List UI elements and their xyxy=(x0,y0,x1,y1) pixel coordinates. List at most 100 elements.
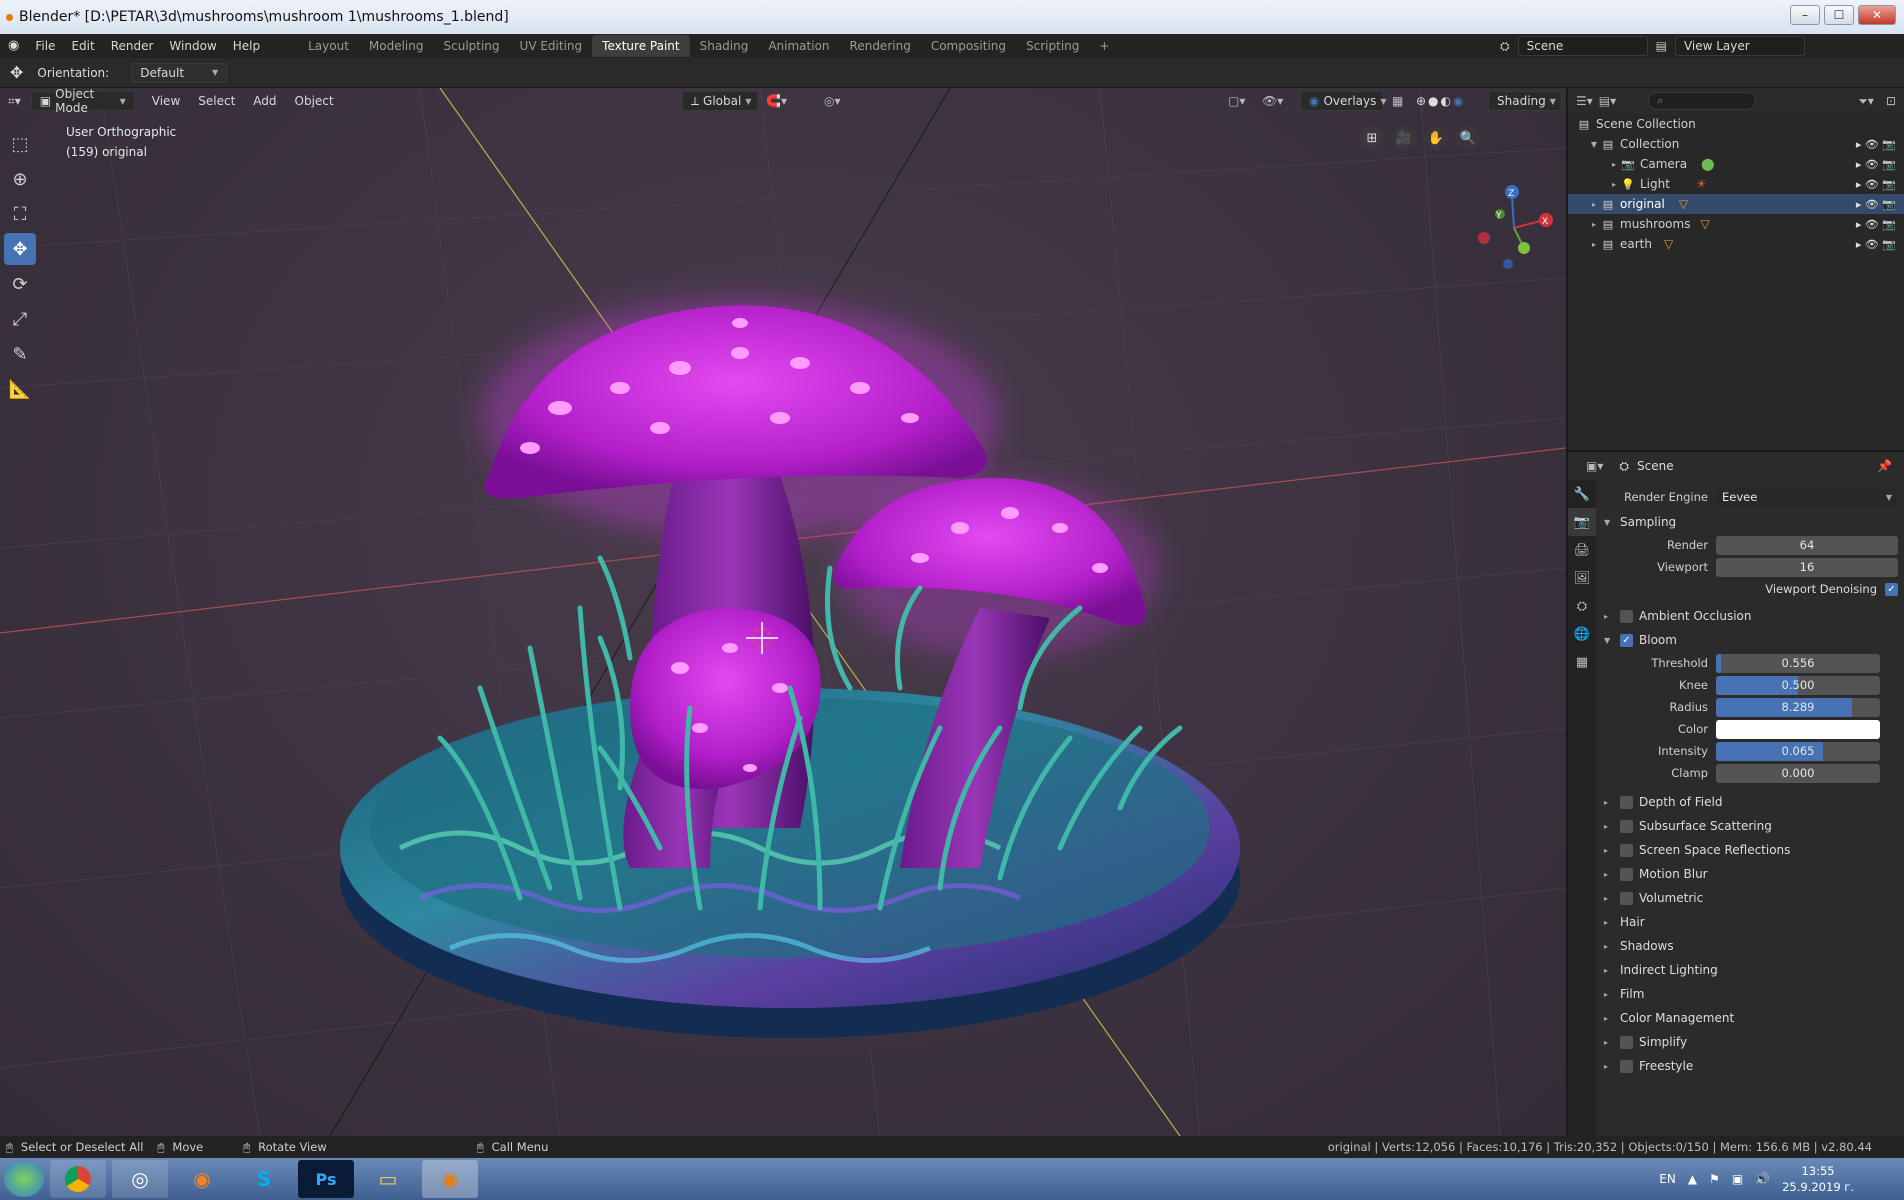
ambient-occlusion-panel[interactable]: ▸ Ambient Occlusion xyxy=(1604,604,1898,628)
bloom-intensity-slider[interactable]: 0.065 xyxy=(1716,741,1880,761)
expand-icon[interactable]: ▸ xyxy=(1588,220,1600,229)
view-layer-field[interactable]: View Layer xyxy=(1674,36,1805,56)
bloom-knee-slider[interactable]: 0.500 xyxy=(1716,675,1880,695)
viewport-samples-field[interactable]: 16 xyxy=(1716,557,1898,577)
display-mode-icon[interactable]: ▤▾ xyxy=(1599,94,1616,108)
viewport-denoising-checkbox[interactable]: ✓ xyxy=(1885,582,1898,596)
shadows-panel[interactable]: ▸ Shadows xyxy=(1604,934,1898,958)
menu-render[interactable]: Render xyxy=(103,34,162,58)
render-tab-icon[interactable]: 📷 xyxy=(1568,508,1596,536)
select-box-tool-icon[interactable]: ⬚ xyxy=(4,128,36,160)
tab-animation[interactable]: Animation xyxy=(758,35,839,57)
row-toggles[interactable]: ▸ 👁 📷 xyxy=(1856,238,1896,251)
color-management-panel[interactable]: ▸ Color Management xyxy=(1604,1006,1898,1030)
tab-compositing[interactable]: Compositing xyxy=(921,35,1016,57)
pin-icon[interactable]: 📌 xyxy=(1877,459,1892,473)
menu-select[interactable]: Select xyxy=(189,94,244,108)
snap-icon[interactable]: 🧲▾ xyxy=(766,94,787,108)
shading-dropdown[interactable]: Shading ▼ xyxy=(1488,91,1562,111)
expand-icon[interactable]: ▼ xyxy=(1588,140,1600,149)
render-engine-dropdown[interactable]: Eevee ▼ xyxy=(1716,487,1898,507)
menu-view[interactable]: View xyxy=(143,94,189,108)
expand-icon[interactable]: ▸ xyxy=(1588,200,1600,209)
expand-icon[interactable]: ▸ xyxy=(1608,160,1620,169)
menu-edit[interactable]: Edit xyxy=(63,34,102,58)
start-button-icon[interactable] xyxy=(4,1161,44,1197)
explorer-icon[interactable]: ▭ xyxy=(360,1160,416,1198)
expand-icon[interactable]: ▸ xyxy=(1588,240,1600,249)
outliner-row-light[interactable]: ▸ 💡 Light ☀ ▸ 👁 📷 xyxy=(1568,174,1904,194)
row-toggles[interactable]: ▸ 👁 📷 xyxy=(1856,218,1896,231)
panel-checkbox[interactable] xyxy=(1620,843,1633,857)
outliner-row-earth[interactable]: ▸ ▤ earth ▽ ▸ 👁 📷 xyxy=(1568,234,1904,254)
row-toggles[interactable]: ▸ 👁 📷 xyxy=(1856,198,1896,211)
maximize-button[interactable]: ☐ xyxy=(1824,5,1854,25)
close-button[interactable]: ✕ xyxy=(1858,5,1896,25)
bloom-threshold-slider[interactable]: 0.556 xyxy=(1716,653,1880,673)
tab-modeling[interactable]: Modeling xyxy=(359,35,434,57)
minimize-button[interactable]: – xyxy=(1790,5,1820,25)
menu-file[interactable]: File xyxy=(27,34,63,58)
outliner-search-input[interactable]: ⌕ xyxy=(1648,92,1757,110)
view-layer-tab-icon[interactable]: 🖼 xyxy=(1568,564,1596,592)
visibility-icon[interactable]: 👁▾ xyxy=(1262,94,1283,108)
panel-checkbox[interactable] xyxy=(1620,891,1633,905)
add-workspace-button[interactable]: + xyxy=(1089,35,1119,57)
bloom-checkbox[interactable]: ✓ xyxy=(1620,633,1633,647)
world-tab-icon[interactable]: 🌐 xyxy=(1568,620,1596,648)
panel-checkbox[interactable] xyxy=(1620,819,1633,833)
transform-tool-icon[interactable]: ⛶ xyxy=(4,198,36,230)
simplify-panel[interactable]: ▸ Simplify xyxy=(1604,1030,1898,1054)
blender-taskbar-icon[interactable]: ◉ xyxy=(422,1160,478,1198)
tab-sculpting[interactable]: Sculpting xyxy=(434,35,510,57)
menu-add[interactable]: Add xyxy=(244,94,285,108)
annotate-tool-icon[interactable]: ✎ xyxy=(4,338,36,370)
xray-icon[interactable]: ▦ xyxy=(1392,94,1403,108)
pan-hand-icon[interactable]: ✋ xyxy=(1424,126,1448,150)
panel-checkbox[interactable] xyxy=(1620,867,1633,881)
menu-object[interactable]: Object xyxy=(286,94,343,108)
depth-of-field-panel[interactable]: ▸ Depth of Field xyxy=(1604,790,1898,814)
scene-tab-icon[interactable]: ⛭ xyxy=(1568,592,1596,620)
orientation-dropdown[interactable]: Default ▼ xyxy=(131,62,228,83)
outliner-row-original[interactable]: ▸ ▤ original ▽ ▸ 👁 📷 xyxy=(1568,194,1904,214)
indirect-lighting-panel[interactable]: ▸ Indirect Lighting xyxy=(1604,958,1898,982)
chrome-icon[interactable] xyxy=(50,1160,106,1198)
tab-scripting[interactable]: Scripting xyxy=(1016,35,1089,57)
render-samples-field[interactable]: 64 xyxy=(1716,535,1898,555)
overlays-toggle[interactable]: ◉ Overlays ▼ xyxy=(1300,91,1387,111)
navigation-gizmo[interactable]: Z X Y xyxy=(1478,185,1553,269)
measure-tool-icon[interactable]: 📐 xyxy=(4,373,36,405)
tab-texture-paint[interactable]: Texture Paint xyxy=(592,35,690,57)
outliner-row-camera[interactable]: ▸ 📷 Camera ⬤ ▸ 👁 📷 xyxy=(1568,154,1904,174)
mode-dropdown[interactable]: ▣ Object Mode ▼ xyxy=(30,87,135,115)
outliner-row-scene-collection[interactable]: ▤ Scene Collection xyxy=(1568,114,1904,134)
bloom-panel-header[interactable]: ▼ ✓ Bloom xyxy=(1604,628,1898,652)
volume-icon[interactable]: 🔊 xyxy=(1755,1172,1770,1186)
transform-orientation-dropdown[interactable]: ⟂ Global ▼ xyxy=(682,91,758,111)
hair-panel[interactable]: ▸ Hair xyxy=(1604,910,1898,934)
viewport-shading-type-icon[interactable]: ▢▾ xyxy=(1228,94,1245,108)
menu-help[interactable]: Help xyxy=(225,34,268,58)
tab-layout[interactable]: Layout xyxy=(298,35,359,57)
outliner-row-mushrooms[interactable]: ▸ ▤ mushrooms ▽ ▸ 👁 📷 xyxy=(1568,214,1904,234)
panel-checkbox[interactable] xyxy=(1620,1035,1633,1049)
clock[interactable]: 13:55 25.9.2019 г. xyxy=(1782,1163,1854,1195)
grid-view-icon[interactable]: ⊞ xyxy=(1360,126,1384,150)
firefox-icon[interactable]: ◉ xyxy=(174,1160,230,1198)
blender-logo-icon[interactable]: ◉ xyxy=(0,34,27,58)
volumetric-panel[interactable]: ▸ Volumetric xyxy=(1604,886,1898,910)
rotate-tool-icon[interactable]: ⟳ xyxy=(4,268,36,300)
tab-rendering[interactable]: Rendering xyxy=(840,35,921,57)
zoom-icon[interactable]: 🔍 xyxy=(1456,126,1480,150)
outliner-editor-icon[interactable]: ☰▾ xyxy=(1576,94,1593,108)
tray-arrow-icon[interactable]: ▲ xyxy=(1688,1172,1697,1186)
filter-icon[interactable]: ⏷▾ xyxy=(1858,94,1874,109)
cursor-tool-icon[interactable]: ⊕ xyxy=(4,163,36,195)
editor-type-icon[interactable]: ⌗▾ xyxy=(8,94,21,109)
new-collection-icon[interactable]: ⊡ xyxy=(1886,94,1896,108)
screen-space-reflections-panel[interactable]: ▸ Screen Space Reflections xyxy=(1604,838,1898,862)
outliner-row-collection[interactable]: ▼ ▤ Collection ▸ 👁 📷 xyxy=(1568,134,1904,154)
row-toggles[interactable]: ▸ 👁 📷 xyxy=(1856,178,1896,191)
freestyle-panel[interactable]: ▸ Freestyle xyxy=(1604,1054,1898,1078)
